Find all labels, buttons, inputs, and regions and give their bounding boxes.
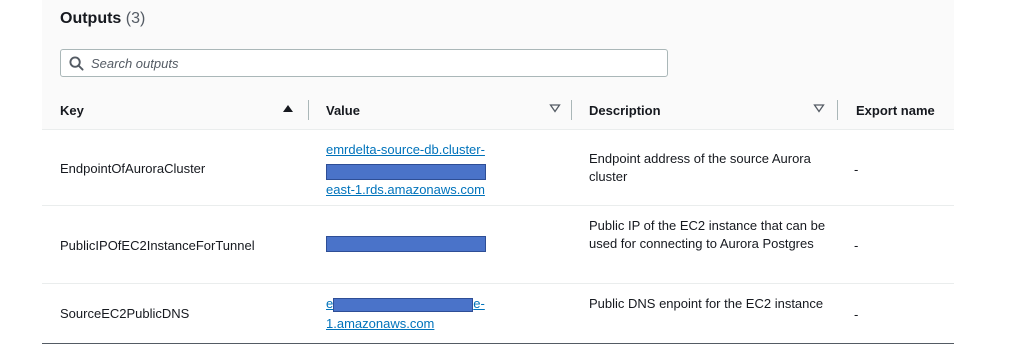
column-divider[interactable] [837,100,838,120]
outputs-panel: Outputs (3) Key Value Description Export… [42,0,954,355]
output-description: Public IP of the EC2 instance that can b… [589,218,826,251]
search-input[interactable] [91,54,651,72]
sort-unsorted-icon[interactable] [813,102,825,114]
table-row: EndpointOfAuroraCluster emrdelta-source-… [42,131,954,206]
output-value: 1.amazonaws.com [326,315,434,333]
output-key: EndpointOfAuroraCluster [60,161,206,176]
output-export-name: - [854,162,859,177]
table-row: SourceEC2PublicDNS e e- 1.amazonaws.com P… [42,285,954,344]
output-key: PublicIPOfEC2InstanceForTunnel [60,238,255,253]
outputs-count: (3) [125,10,146,27]
column-header-description[interactable]: Description [589,90,661,130]
redaction-block [333,297,474,312]
output-value-link[interactable]: 1.amazonaws.com [326,316,434,331]
redaction-block [326,163,486,180]
column-divider[interactable] [571,100,572,120]
output-value-link[interactable]: emrdelta-source-db.cluster- [326,142,485,157]
outputs-title: Outputs (3) [60,10,145,28]
sort-ascending-icon[interactable] [282,102,294,114]
output-description: Public DNS enpoint for the EC2 instance [589,296,824,311]
search-icon [69,56,84,71]
sort-unsorted-icon[interactable] [549,102,561,114]
output-value-redacted [326,234,486,252]
column-header-key[interactable]: Key [60,90,84,130]
output-export-name: - [854,307,859,322]
output-value-link[interactable]: e e- [326,296,485,312]
search-box[interactable] [60,49,668,77]
redaction-block [326,235,486,252]
column-header-value[interactable]: Value [326,90,360,130]
output-value-redacted [326,162,486,180]
output-value-link[interactable]: east-1.rds.amazonaws.com [326,182,485,197]
outputs-title-label: Outputs [60,10,122,27]
output-description: Endpoint address of the source Aurora cl… [589,151,811,184]
output-export-name: - [854,238,859,253]
output-key: SourceEC2PublicDNS [60,306,190,321]
outputs-header: Outputs (3) [42,0,954,90]
output-value: emrdelta-source-db.cluster- [326,141,485,159]
output-value-suffix: e- [473,296,485,311]
output-value: east-1.rds.amazonaws.com [326,181,485,199]
column-divider[interactable] [308,100,309,120]
output-value-prefix: e [326,296,334,311]
column-header-export-name[interactable]: Export name [856,90,935,130]
table-header: Key Value Description Export name [42,90,954,130]
output-value: e e- [326,295,485,313]
table-row: PublicIPOfEC2InstanceForTunnel Public IP… [42,207,954,284]
